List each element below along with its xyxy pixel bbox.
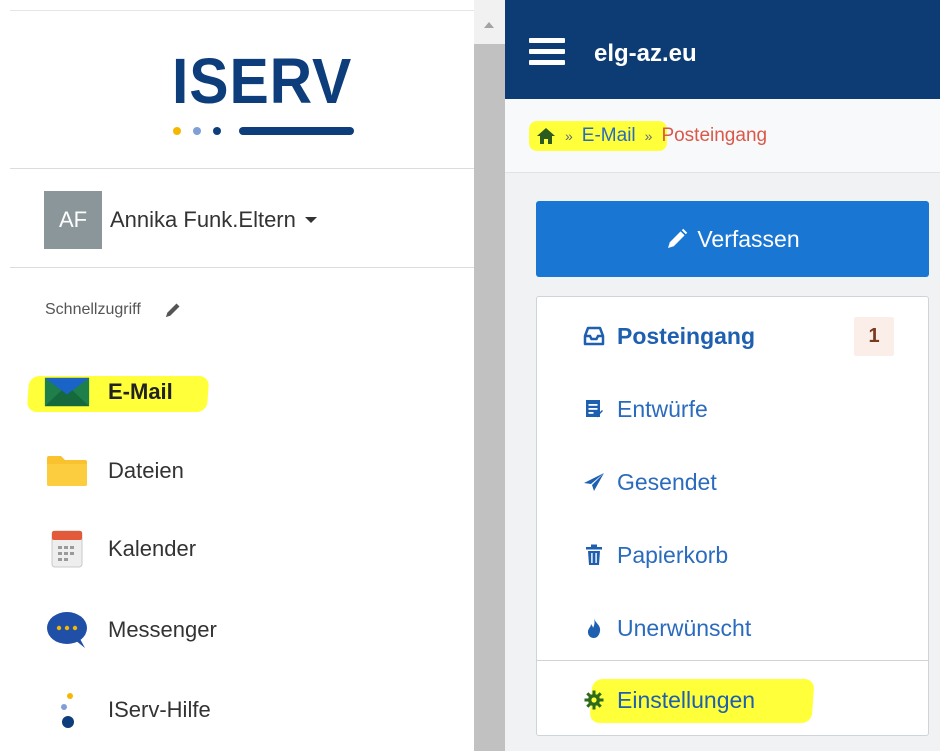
folder-sent[interactable]: Gesendet — [537, 446, 928, 518]
avatar: AF — [44, 191, 102, 249]
pencil-icon — [668, 228, 688, 248]
folder-label: Gesendet — [617, 468, 717, 495]
folder-label: Entwürfe — [617, 395, 708, 422]
calendar-icon — [44, 529, 90, 569]
drafts-icon — [583, 398, 605, 420]
nav-item-label: E-Mail — [108, 379, 173, 404]
chat-icon — [44, 610, 90, 650]
nav-item-email[interactable]: E-Mail — [44, 370, 173, 414]
nav-item-label: Kalender — [108, 536, 197, 561]
unread-badge: 1 — [854, 317, 894, 356]
fire-icon — [583, 617, 605, 639]
breadcrumb-email-link[interactable]: E-Mail — [582, 125, 636, 147]
folder-trash[interactable]: Papierkorb — [537, 519, 928, 591]
nav-item-calendar[interactable]: Kalender — [44, 527, 196, 571]
nav-item-label: Messenger — [108, 617, 217, 642]
main-panel: elg-az.eu » E-Mail » Posteingang Verfass… — [505, 0, 940, 751]
logo-dots — [173, 127, 373, 137]
sidebar: ISERV AF Annika Funk.Eltern Schnellzugri… — [0, 0, 474, 751]
scrollbar[interactable] — [474, 0, 505, 751]
gear-icon — [583, 689, 605, 711]
folder-list: Posteingang 1 Entwürfe Gesendet Papierko… — [536, 296, 929, 736]
trash-icon — [583, 544, 605, 566]
divider — [537, 660, 928, 661]
breadcrumb-separator: » — [565, 128, 573, 144]
compose-label: Verfassen — [697, 225, 800, 252]
folder-spam[interactable]: Unerwünscht — [537, 592, 928, 664]
folder-label: Papierkorb — [617, 541, 729, 568]
folder-label: Unerwünscht — [617, 614, 752, 641]
nav-item-label: Dateien — [108, 458, 184, 483]
breadcrumb: » E-Mail » Posteingang — [536, 125, 767, 147]
inbox-icon — [583, 325, 605, 347]
folder-label: Posteingang — [617, 322, 756, 349]
divider — [10, 168, 474, 169]
home-icon[interactable] — [536, 127, 556, 145]
logo[interactable]: ISERV — [10, 10, 474, 168]
breadcrumb-separator: » — [644, 128, 653, 144]
folder-inbox[interactable]: Posteingang 1 — [537, 300, 928, 372]
user-menu[interactable]: AF Annika Funk.Eltern — [44, 191, 317, 249]
nav-item-files[interactable]: Dateien — [44, 449, 184, 493]
caret-down-icon — [304, 217, 317, 223]
divider — [10, 267, 474, 268]
site-title: elg-az.eu — [594, 40, 697, 67]
nav-item-help[interactable]: IServ-Hilfe — [44, 688, 211, 732]
top-bar: elg-az.eu — [505, 0, 940, 99]
quick-access-label: Schnellzugriff — [45, 301, 141, 318]
mail-icon — [44, 372, 90, 412]
sent-icon — [583, 471, 605, 493]
hamburger-icon[interactable] — [529, 38, 565, 66]
nav-item-messenger[interactable]: Messenger — [44, 608, 217, 652]
user-name: Annika Funk.Eltern — [110, 207, 296, 232]
compose-button[interactable]: Verfassen — [536, 201, 929, 277]
breadcrumb-bar: » E-Mail » Posteingang — [505, 99, 940, 173]
pencil-icon[interactable] — [163, 300, 183, 320]
scroll-up-arrow[interactable] — [484, 22, 494, 28]
quick-access-header: Schnellzugriff — [45, 300, 183, 320]
logo-text: ISERV — [172, 45, 353, 117]
settings-link[interactable]: Einstellungen — [537, 664, 928, 736]
nav-item-label: IServ-Hilfe — [108, 697, 211, 722]
settings-label: Einstellungen — [617, 686, 756, 713]
scroll-thumb[interactable] — [474, 44, 505, 751]
folder-icon — [44, 451, 90, 491]
help-icon — [44, 690, 90, 730]
folder-drafts[interactable]: Entwürfe — [537, 373, 928, 445]
breadcrumb-current[interactable]: Posteingang — [661, 125, 767, 147]
